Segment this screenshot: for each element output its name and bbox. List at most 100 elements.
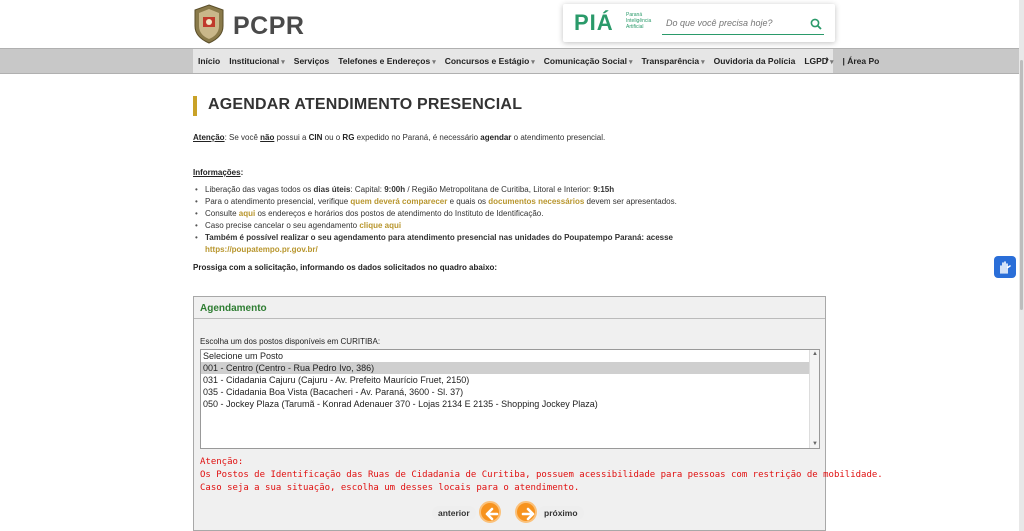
page-title: AGENDAR ATENDIMENTO PRESENCIAL [208,96,523,113]
link-poupatempo[interactable]: https://poupatempo.pr.gov.br/ [205,245,318,254]
text: : [240,168,244,177]
text-emphasis: Também é possível realizar o seu agendam… [205,233,674,242]
text-emphasis: não [260,133,275,142]
link-addresses[interactable]: aqui [239,209,255,218]
next-button-label[interactable]: próximo [538,506,584,520]
nav-item[interactable]: Início [198,56,220,66]
text: Caso precise cancelar o seu agendamento [205,221,360,230]
scroll-up-icon[interactable]: ▲ [812,351,818,357]
nav-item-label: Telefones e Endereços [338,56,431,66]
station-option[interactable]: 050 - Jockey Plaza (Tarumã - Konrad Aden… [201,398,809,410]
caret-down-icon: ▾ [701,59,705,66]
link-cancel[interactable]: clique aqui [359,221,401,230]
nav-item-label: Ouvidoria da Polícia [713,56,796,66]
link-who-should-attend[interactable]: quem deverá comparecer [350,197,447,206]
pia-logo: PIÁ [574,10,614,35]
scheduling-panel: Agendamento Escolha um dos postos dispon… [193,296,883,531]
text: : Se você [224,133,261,142]
nav-item[interactable]: Comunicação Social ▾ [544,56,633,66]
nav-bar: Início Institucional ▾ Serviços Telefones e … [193,49,879,73]
text: / Região Metropolitana de Curitiba, Lito… [405,185,594,194]
station-listbox[interactable]: Selecione um Posto 001 - Centro (Centro -… [200,349,820,449]
text: e quais os [447,197,489,206]
nav-item-label: Serviços [293,56,330,66]
main-navigation: Início Institucional ▾ Serviços Telefones e … [0,48,1024,74]
warning-text-1: Os Postos de Identificação das Ruas de C… [200,470,883,480]
nav-item[interactable]: | Área Po [842,56,879,66]
caret-down-icon: ▾ [531,59,535,66]
text: Para o atendimento presencial, verifique [205,197,351,206]
pia-search-field [662,13,824,35]
info-heading: Informações: [193,168,243,177]
site-header: PCPR PIÁ Paraná Inteligência Artificial [0,0,1024,48]
text: o atendimento presencial. [511,133,606,142]
nav-item[interactable]: Institucional ▾ [229,56,285,66]
nav-item[interactable]: Serviços [294,56,329,66]
caret-down-icon: ▾ [281,59,285,66]
nav-item[interactable]: Ouvidoria da Polícia [714,56,796,66]
title-accent-bar [193,96,197,116]
list-item: Consulte aqui os endereços e horários do… [195,208,677,220]
text-emphasis: agendar [480,133,512,142]
text: : Capital: [350,185,385,194]
list-item: Caso precise cancelar o seu agendamento … [195,220,677,232]
text-emphasis: 9:15h [593,185,615,194]
station-option[interactable]: 031 - Cidadania Cajuru (Cajuru - Av. Pre… [201,374,809,386]
attention-paragraph: Atenção: Se você não possui a CIN ou o R… [193,133,605,142]
nav-item-label: Concursos e Estágio [444,56,530,66]
link-required-documents[interactable]: documentos necessários [488,197,584,206]
text-emphasis: 9:00h [384,185,406,194]
panel-header: Agendamento [194,297,825,319]
list-item: Liberação das vagas todos os dias úteis:… [195,184,677,196]
nav-item[interactable]: LGPD ▾ [804,56,833,66]
nav-item[interactable]: Telefones e Endereços ▾ [338,56,435,66]
proceed-text: Prossiga com a solicitação, informando o… [193,263,497,272]
scroll-down-icon[interactable]: ▼ [812,441,818,447]
page-scrollbar-thumb[interactable] [1020,60,1023,310]
nav-item-label: Transparência [641,56,700,66]
police-badge-icon[interactable] [192,4,226,44]
nav-item-label: Comunicação Social [543,56,627,66]
station-option[interactable]: 035 - Cidadania Boa Vista (Bacacheri - A… [201,386,809,398]
station-option[interactable]: 001 - Centro (Centro - Rua Pedro Ivo, 38… [201,362,809,374]
pia-search-widget: PIÁ Paraná Inteligência Artificial [563,4,835,42]
text: Liberação das vagas todos os [205,185,314,194]
listbox-scrollbar[interactable]: ▲ ▼ [809,350,819,448]
warning-text-2: Caso seja a sua situação, escolha um des… [200,483,580,493]
warning-title: Atenção: [200,457,244,467]
station-option[interactable]: Selecione um Posto [201,350,809,362]
attention-label: Atenção [193,133,225,142]
text: Consulte [205,209,239,218]
nav-item-label: LGPD [804,56,828,66]
text: expedido no Paraná, é necessário [354,133,481,142]
caret-down-icon: ▾ [432,59,436,66]
list-item-continuation: https://poupatempo.pr.gov.br/ [205,244,677,256]
pia-subtitle: Paraná Inteligência Artificial [626,12,652,30]
search-icon[interactable] [810,17,822,30]
previous-arrow-icon[interactable] [479,501,501,523]
text-emphasis: Prossiga com a solicitação, informando o… [193,263,498,272]
search-input[interactable] [662,13,802,33]
text-emphasis: RG [342,133,355,142]
nav-scroll-right-icon[interactable]: › [826,54,829,65]
text: ou o [322,133,343,142]
text-emphasis: CIN [308,133,323,142]
site-logo-text[interactable]: PCPR [233,12,304,41]
nav-item-label: Institucional [229,56,280,66]
main-content: AGENDAR ATENDIMENTO PRESENCIAL Atenção: … [193,74,883,531]
nav-item[interactable]: Transparência ▾ [641,56,704,66]
station-select-label: Escolha um dos postos disponíveis em CUR… [200,337,381,346]
nav-item-label: Início [198,56,221,66]
caret-down-icon: ▾ [628,59,633,66]
nav-item[interactable]: Concursos e Estágio ▾ [445,56,535,66]
text: possui a [274,133,309,142]
info-label: Informações [193,168,241,177]
accessibility-hand-icon[interactable] [994,256,1016,278]
list-item: Para o atendimento presencial, verifique… [195,196,677,208]
nav-item-label: | Área Po [842,56,880,66]
previous-button-label[interactable]: anterior [432,506,476,520]
panel-title: Agendamento [200,303,267,314]
caret-down-icon: ▾ [829,59,834,66]
info-list: Liberação das vagas todos os dias úteis:… [195,184,677,256]
next-arrow-icon[interactable] [515,501,537,523]
